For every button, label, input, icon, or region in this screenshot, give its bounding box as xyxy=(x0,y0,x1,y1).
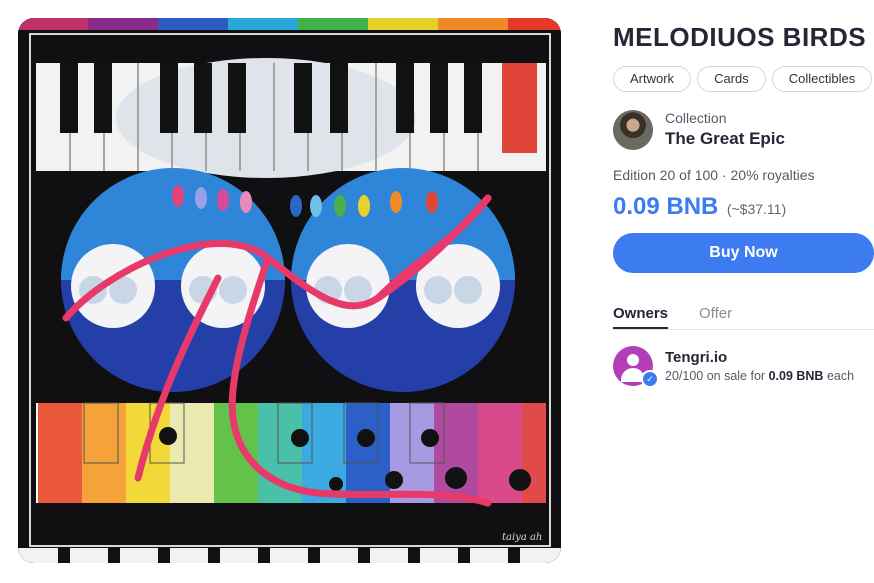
verified-check-icon: ✓ xyxy=(641,370,659,388)
owner-tabs: Owners Offer xyxy=(613,302,874,330)
collection-label: Collection xyxy=(665,110,727,126)
item-details-panel: MELODIUOS BIRDS Artwork Cards Collectibles… xyxy=(613,0,874,583)
tag-cards[interactable]: Cards xyxy=(697,66,766,92)
owner-name[interactable]: Tengri.io xyxy=(665,349,727,366)
item-title: MELODIUOS BIRDS xyxy=(613,22,867,52)
collection-link[interactable]: Collection The Great Epic xyxy=(613,110,874,152)
artwork-image[interactable]: taiya ah xyxy=(18,18,561,563)
price-amount: 0.09 BNB xyxy=(613,193,719,220)
artwork-signature: taiya ah xyxy=(502,532,542,543)
artwork-painting: taiya ah xyxy=(18,18,561,563)
tab-owners[interactable]: Owners xyxy=(613,305,669,329)
collection-avatar xyxy=(613,110,653,150)
tag-list: Artwork Cards Collectibles xyxy=(613,66,874,94)
edition-info: Edition 20 of 100 · 20% royalties xyxy=(613,167,815,183)
collection-name[interactable]: The Great Epic xyxy=(665,129,785,149)
tab-offer[interactable]: Offer xyxy=(699,305,732,322)
owner-sale-detail: 20/100 on sale for 0.09 BNB each xyxy=(665,369,854,383)
sale-price: 0.09 BNB xyxy=(768,369,824,383)
buy-now-button[interactable]: Buy Now xyxy=(613,233,874,273)
price-block: 0.09 BNB (~$37.11) xyxy=(613,193,786,221)
avatar-head-shape xyxy=(627,354,639,366)
tag-artwork[interactable]: Artwork xyxy=(613,66,692,92)
owner-row[interactable]: ✓ Tengri.io 20/100 on sale for 0.09 BNB … xyxy=(613,346,874,390)
tag-collectibles[interactable]: Collectibles xyxy=(771,66,873,92)
price-usd: (~$37.11) xyxy=(726,201,787,217)
sale-prefix: 20/100 on sale for xyxy=(665,369,766,383)
sale-suffix: each xyxy=(826,369,855,383)
